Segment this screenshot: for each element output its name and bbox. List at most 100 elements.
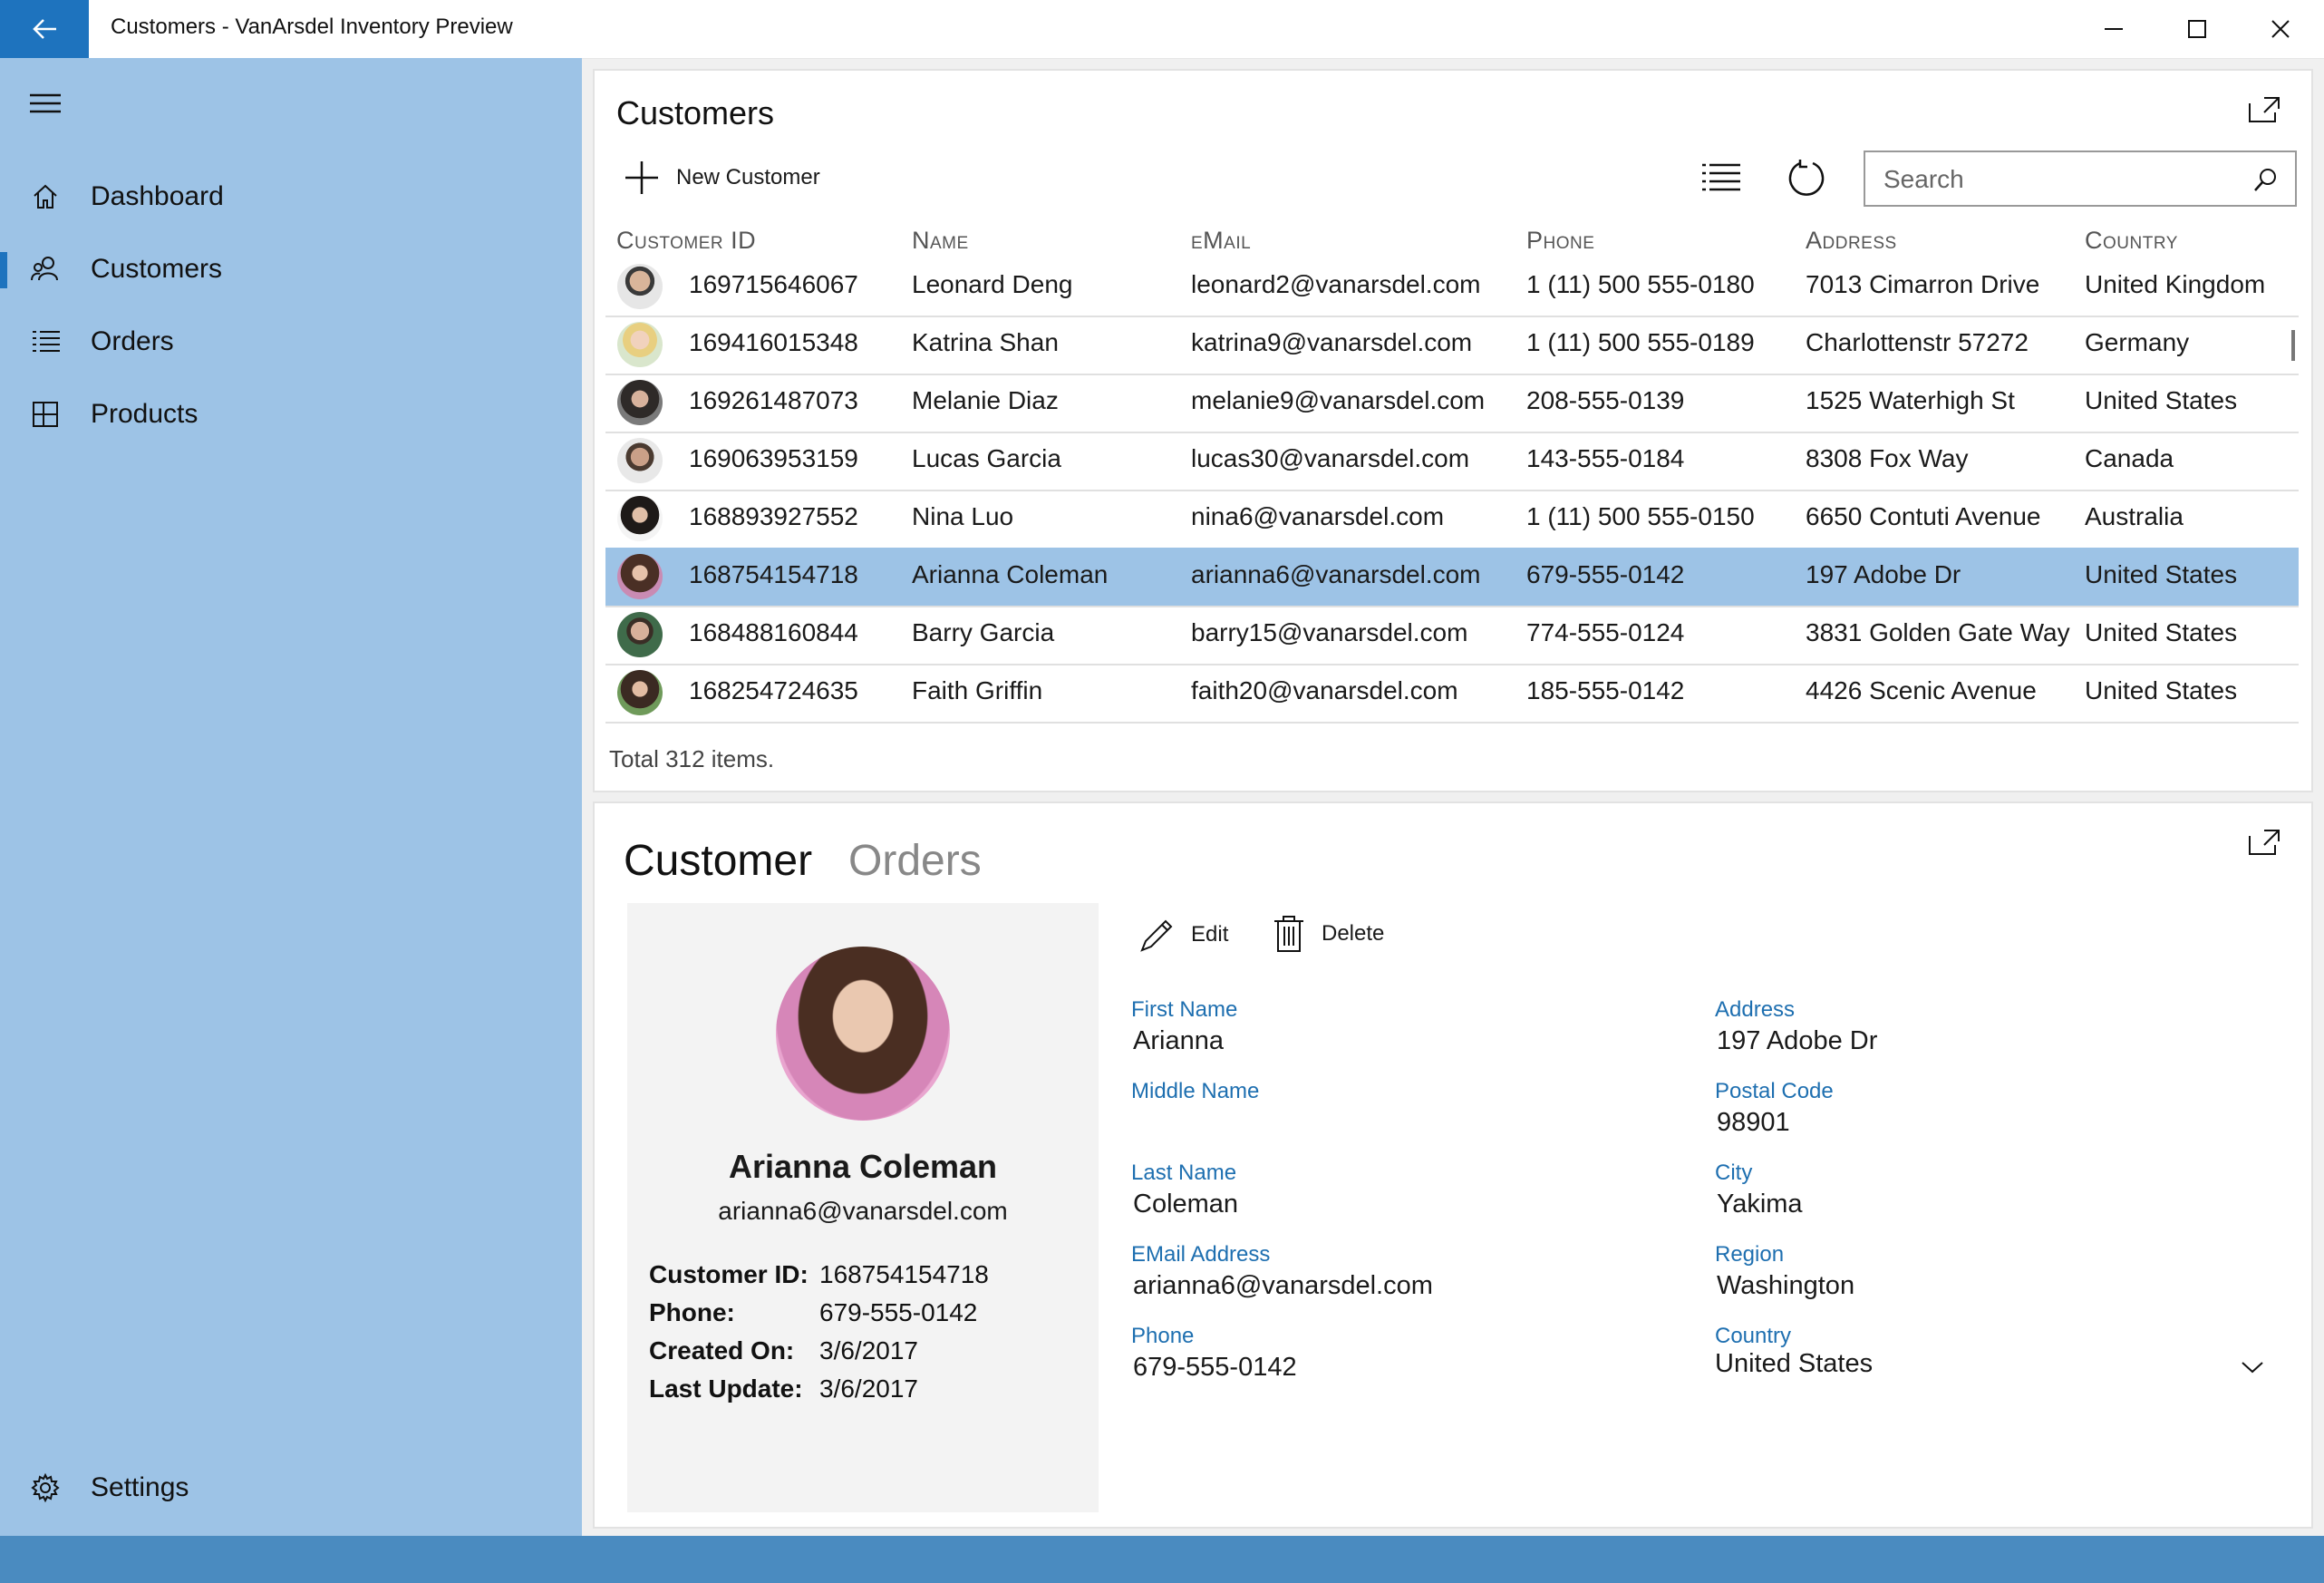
table-row[interactable]: 168893927552 Nina Luo nina6@vanarsdel.co…: [605, 490, 2299, 549]
field-phone[interactable]: 679-555-0142: [1133, 1353, 1297, 1383]
popout-details-button[interactable]: [2248, 829, 2280, 860]
window-title: Customers - VanArsdel Inventory Preview: [111, 15, 513, 39]
cell-name: Arianna Coleman: [912, 560, 1109, 588]
maximize-icon: [2188, 20, 2206, 38]
tab-customer[interactable]: Customer: [624, 836, 812, 886]
field-postal-code[interactable]: 98901: [1717, 1108, 1790, 1138]
refresh-icon: [1788, 160, 1825, 196]
table-row[interactable]: 169715646067 Leonard Deng leonard2@vanar…: [605, 257, 2299, 317]
popout-list-button[interactable]: [2248, 96, 2280, 128]
total-items-text: Total 312 items.: [609, 745, 775, 772]
table-row[interactable]: 168488160844 Barry Garcia barry15@vanars…: [605, 606, 2299, 665]
cell-email: faith20@vanarsdel.com: [1191, 676, 1458, 704]
table-row[interactable]: 169416015348 Katrina Shan katrina9@vanar…: [605, 316, 2299, 375]
back-button[interactable]: [0, 0, 89, 58]
cell-country: Germany: [2085, 328, 2190, 356]
list-scrollbar-thumb[interactable]: [2291, 330, 2295, 361]
maximize-button[interactable]: [2155, 0, 2239, 58]
table-row-selected[interactable]: 168754154718 Arianna Coleman arianna6@va…: [605, 548, 2299, 607]
nav-item-settings[interactable]: Settings: [0, 1456, 582, 1520]
table-row[interactable]: 169261487073 Melanie Diaz melanie9@vanar…: [605, 374, 2299, 433]
list-icon: [33, 331, 60, 352]
back-arrow-icon: [33, 19, 56, 39]
edit-button[interactable]: Edit: [1138, 916, 1228, 954]
list-view-icon: [1702, 163, 1740, 191]
view-list-button[interactable]: [1700, 161, 1742, 199]
avatar: [617, 264, 663, 309]
field-label-email: EMail Address: [1131, 1242, 1271, 1267]
meta-label-created-on: Created On:: [649, 1336, 795, 1364]
field-label-last-name: Last Name: [1131, 1161, 1237, 1185]
field-middle-name[interactable]: [1133, 1108, 1641, 1141]
search-box[interactable]: Search: [1864, 151, 2297, 207]
field-address[interactable]: 197 Adobe Dr: [1717, 1026, 1877, 1056]
field-last-name[interactable]: Coleman: [1133, 1190, 1238, 1219]
avatar: [617, 438, 663, 483]
cell-country: United States: [2085, 618, 2238, 646]
delete-label: Delete: [1322, 921, 1385, 946]
cell-name: Melanie Diaz: [912, 386, 1059, 414]
refresh-button[interactable]: [1786, 158, 1827, 204]
close-button[interactable]: [2239, 0, 2322, 58]
table-row[interactable]: 168254724635 Faith Griffin faith20@vanar…: [605, 664, 2299, 724]
field-city[interactable]: Yakima: [1717, 1190, 1803, 1219]
cell-address: 3831 Golden Gate Way: [1806, 618, 2070, 646]
search-placeholder: Search: [1883, 165, 1964, 193]
cell-phone: 185-555-0142: [1526, 676, 1685, 704]
cell-country: Australia: [2085, 502, 2184, 530]
minimize-button[interactable]: [2072, 0, 2155, 58]
field-label-address: Address: [1715, 997, 1796, 1022]
cell-country: United States: [2085, 676, 2238, 704]
cell-customer-id: 168254724635: [689, 676, 858, 704]
cell-address: 1525 Waterhigh St: [1806, 386, 2015, 414]
meta-value-phone: 679-555-0142: [819, 1298, 978, 1326]
field-label-phone: Phone: [1131, 1324, 1195, 1348]
cell-address: 4426 Scenic Avenue: [1806, 676, 2037, 704]
field-label-first-name: First Name: [1131, 997, 1238, 1022]
field-label-region: Region: [1715, 1242, 1785, 1267]
profile-photo: [776, 947, 950, 1121]
field-label-middle-name: Middle Name: [1131, 1079, 1260, 1103]
column-header-name[interactable]: Name: [912, 227, 969, 255]
avatar: [617, 322, 663, 367]
meta-label-phone: Phone:: [649, 1298, 735, 1326]
menu-toggle-button[interactable]: [20, 83, 71, 123]
column-header-email[interactable]: eMail: [1191, 227, 1251, 255]
customers-panel-title: Customers: [616, 94, 775, 131]
column-header-customer-id[interactable]: Customer ID: [616, 227, 756, 255]
avatar: [617, 612, 663, 657]
cell-email: melanie9@vanarsdel.com: [1191, 386, 1486, 414]
cell-country: Canada: [2085, 444, 2174, 472]
avatar: [617, 554, 663, 599]
field-first-name[interactable]: Arianna: [1133, 1026, 1224, 1056]
cell-name: Katrina Shan: [912, 328, 1059, 356]
field-email[interactable]: arianna6@vanarsdel.com: [1133, 1271, 1433, 1301]
cell-customer-id: 168893927552: [689, 502, 858, 530]
open-in-new-window-icon: [2249, 830, 2280, 855]
column-header-address[interactable]: Address: [1806, 227, 1897, 255]
nav-item-orders[interactable]: Orders: [0, 310, 582, 374]
tab-orders[interactable]: Orders: [848, 836, 982, 886]
nav-item-dashboard[interactable]: Dashboard: [0, 165, 582, 228]
nav-item-customers[interactable]: Customers: [0, 238, 582, 301]
avatar: [617, 380, 663, 425]
column-header-country[interactable]: Country: [2085, 227, 2178, 255]
cell-customer-id: 168488160844: [689, 618, 858, 646]
country-dropdown[interactable]: United States: [1715, 1349, 2268, 1389]
nav-item-products[interactable]: Products: [0, 383, 582, 446]
field-label-country: Country: [1715, 1324, 1792, 1348]
edit-pencil-icon: [1140, 919, 1173, 952]
cell-name: Barry Garcia: [912, 618, 1055, 646]
nav-label-customers: Customers: [91, 254, 223, 284]
chevron-down-icon: [2242, 1362, 2263, 1374]
avatar: [617, 496, 663, 541]
hamburger-icon: [30, 93, 61, 113]
table-row[interactable]: 169063953159 Lucas Garcia lucas30@vanars…: [605, 432, 2299, 491]
cell-name: Leonard Deng: [912, 270, 1073, 298]
cell-address: 6650 Contuti Avenue: [1806, 502, 2041, 530]
field-region[interactable]: Washington: [1717, 1271, 1854, 1301]
cell-email: barry15@vanarsdel.com: [1191, 618, 1468, 646]
new-customer-button[interactable]: New Customer: [624, 160, 820, 196]
delete-button[interactable]: Delete: [1273, 914, 1384, 954]
column-header-phone[interactable]: Phone: [1526, 227, 1594, 255]
